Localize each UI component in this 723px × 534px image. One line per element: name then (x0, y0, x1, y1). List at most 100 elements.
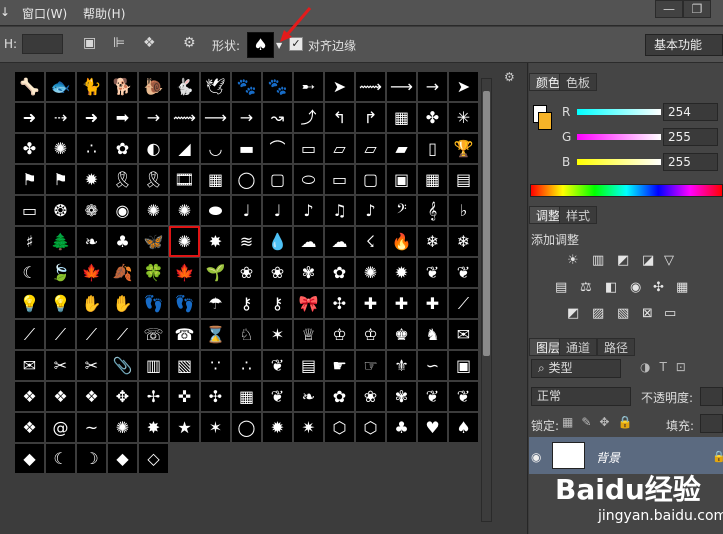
shape-swatch[interactable]: 🎀 (294, 289, 323, 318)
shape-swatch[interactable]: ☎ (170, 320, 199, 349)
opacity-field[interactable] (700, 387, 723, 406)
shape-swatch[interactable]: ♣ (387, 413, 416, 442)
shape-swatch[interactable]: ▰ (387, 134, 416, 163)
shape-swatch[interactable]: ✤ (418, 103, 447, 132)
exposure-icon[interactable]: ◪ (642, 253, 654, 268)
shape-swatch[interactable]: 💧 (263, 227, 292, 256)
shape-swatch[interactable]: ✶ (201, 413, 230, 442)
shape-swatch[interactable]: ▭ (294, 134, 323, 163)
shape-swatch[interactable]: ▤ (294, 351, 323, 380)
shape-swatch[interactable]: ⟿ (170, 103, 199, 132)
tab-paths[interactable]: 路径 (597, 338, 636, 356)
shape-swatch[interactable]: ✣ (201, 382, 230, 411)
shape-swatch[interactable]: ❖ (15, 382, 44, 411)
shape-swatch[interactable]: ☏ (139, 320, 168, 349)
shape-swatch[interactable]: ▱ (325, 134, 354, 163)
shape-swatch[interactable]: ✶ (263, 320, 292, 349)
workspace-select[interactable]: 基本功能 (645, 34, 723, 56)
shape-swatch[interactable]: ⌒ (263, 134, 292, 163)
shape-swatch[interactable]: ✾ (387, 382, 416, 411)
shape-swatch[interactable]: ✋ (77, 289, 106, 318)
shape-swatch[interactable]: ❂ (46, 196, 75, 225)
shape-swatch[interactable]: ▱ (356, 134, 385, 163)
shape-swatch[interactable]: 🦴 (15, 72, 44, 101)
shape-swatch[interactable]: ▦ (418, 165, 447, 194)
shape-swatch[interactable]: 🐾 (263, 72, 292, 101)
shape-swatch[interactable]: ✥ (108, 382, 137, 411)
shape-swatch[interactable]: ✚ (356, 289, 385, 318)
shape-swatch[interactable]: ⬭ (294, 165, 323, 194)
shape-swatch[interactable]: ✷ (294, 413, 323, 442)
shape-swatch[interactable]: ▦ (387, 103, 416, 132)
shape-swatch[interactable]: ⬡ (356, 413, 385, 442)
shape-swatch[interactable]: ➜ (15, 103, 44, 132)
shape-swatch[interactable]: ✸ (201, 227, 230, 256)
shape-swatch[interactable]: ⇢ (46, 103, 75, 132)
shape-swatch[interactable]: ▯ (418, 134, 447, 163)
layer-filter-select[interactable]: ⌕ 类型 (531, 359, 621, 378)
shape-swatch[interactable]: 🎗 (108, 165, 137, 194)
shape-swatch[interactable]: ▭ (325, 165, 354, 194)
shape-swatch[interactable]: 🎗 (139, 165, 168, 194)
shape-swatch[interactable]: ✿ (108, 134, 137, 163)
shape-swatch[interactable]: ◯ (232, 413, 261, 442)
shape-swatch[interactable]: ❀ (356, 382, 385, 411)
align-edges-checkbox[interactable]: ✓ (289, 37, 303, 51)
shape-swatch[interactable]: ◆ (15, 444, 44, 473)
shape-swatch[interactable]: ✂ (46, 351, 75, 380)
shape-swatch[interactable]: 🍂 (108, 258, 137, 287)
shape-swatch[interactable]: ▢ (356, 165, 385, 194)
menu-help[interactable]: 帮助(H) (83, 5, 125, 22)
shape-swatch[interactable]: ❖ (15, 413, 44, 442)
shape-picker-button[interactable]: ♠ (247, 32, 274, 58)
shape-swatch[interactable]: ❖ (77, 382, 106, 411)
shape-swatch[interactable]: ❄ (418, 227, 447, 256)
posterize-icon[interactable]: ▨ (592, 306, 604, 321)
shape-swatch[interactable]: ❦ (449, 258, 478, 287)
shape-swatch[interactable]: ❧ (294, 382, 323, 411)
shape-swatch[interactable]: ✤ (15, 134, 44, 163)
shape-swatch[interactable]: 📎 (108, 351, 137, 380)
shape-swatch[interactable]: ♣ (108, 227, 137, 256)
shape-swatch[interactable]: 🍁 (170, 258, 199, 287)
shape-swatch[interactable]: ↱ (356, 103, 385, 132)
shape-swatch[interactable]: ⌛ (201, 320, 230, 349)
shape-swatch[interactable]: ✉ (15, 351, 44, 380)
shape-swatch[interactable]: ❄ (449, 227, 478, 256)
shape-swatch[interactable]: ♞ (418, 320, 447, 349)
shape-swatch[interactable]: ♔ (325, 320, 354, 349)
shape-swatch[interactable]: 🐾 (232, 72, 261, 101)
shape-swatch[interactable]: 𝄢 (387, 196, 416, 225)
path-align-icon[interactable]: ⊫ (113, 35, 125, 51)
scroll-thumb[interactable] (483, 91, 490, 356)
shape-swatch[interactable]: ⟋ (15, 320, 44, 349)
shape-swatch[interactable]: ✹ (387, 258, 416, 287)
selective-color-icon[interactable]: ⊠ (642, 306, 653, 321)
lock-icons[interactable]: ▦✎✥🔒 (562, 415, 640, 429)
shape-swatch[interactable]: ✜ (170, 382, 199, 411)
shape-swatch[interactable]: ⤴ (294, 103, 323, 132)
shape-swatch[interactable]: ♩ (232, 196, 261, 225)
shape-swatch[interactable]: 👣 (139, 289, 168, 318)
shape-swatch[interactable]: ☁ (294, 227, 323, 256)
shape-swatch[interactable]: ◉ (108, 196, 137, 225)
shape-swatch[interactable]: ♪ (294, 196, 323, 225)
shape-swatch[interactable]: ↰ (325, 103, 354, 132)
g-value[interactable]: 255 (663, 128, 718, 146)
menu-window[interactable]: 窗口(W) (22, 5, 67, 22)
shape-swatch[interactable]: ❁ (77, 196, 106, 225)
brightness-icon[interactable]: ☀ (567, 253, 579, 268)
shape-swatch[interactable]: 💡 (46, 289, 75, 318)
shape-swatch[interactable]: ✿ (325, 382, 354, 411)
shape-swatch[interactable]: ♥ (418, 413, 447, 442)
levels-icon[interactable]: ▥ (592, 253, 604, 268)
shape-swatch[interactable]: ~ (77, 413, 106, 442)
blend-mode-select[interactable]: 正常 (531, 387, 631, 406)
hue-icon[interactable]: ▤ (555, 280, 567, 295)
shape-swatch[interactable]: ♘ (232, 320, 261, 349)
shape-swatch[interactable]: ▥ (139, 351, 168, 380)
shape-swatch[interactable]: 🌲 (46, 227, 75, 256)
shape-swatch[interactable]: ♕ (294, 320, 323, 349)
b-slider[interactable] (577, 159, 661, 165)
shape-swatch[interactable]: 🐌 (139, 72, 168, 101)
